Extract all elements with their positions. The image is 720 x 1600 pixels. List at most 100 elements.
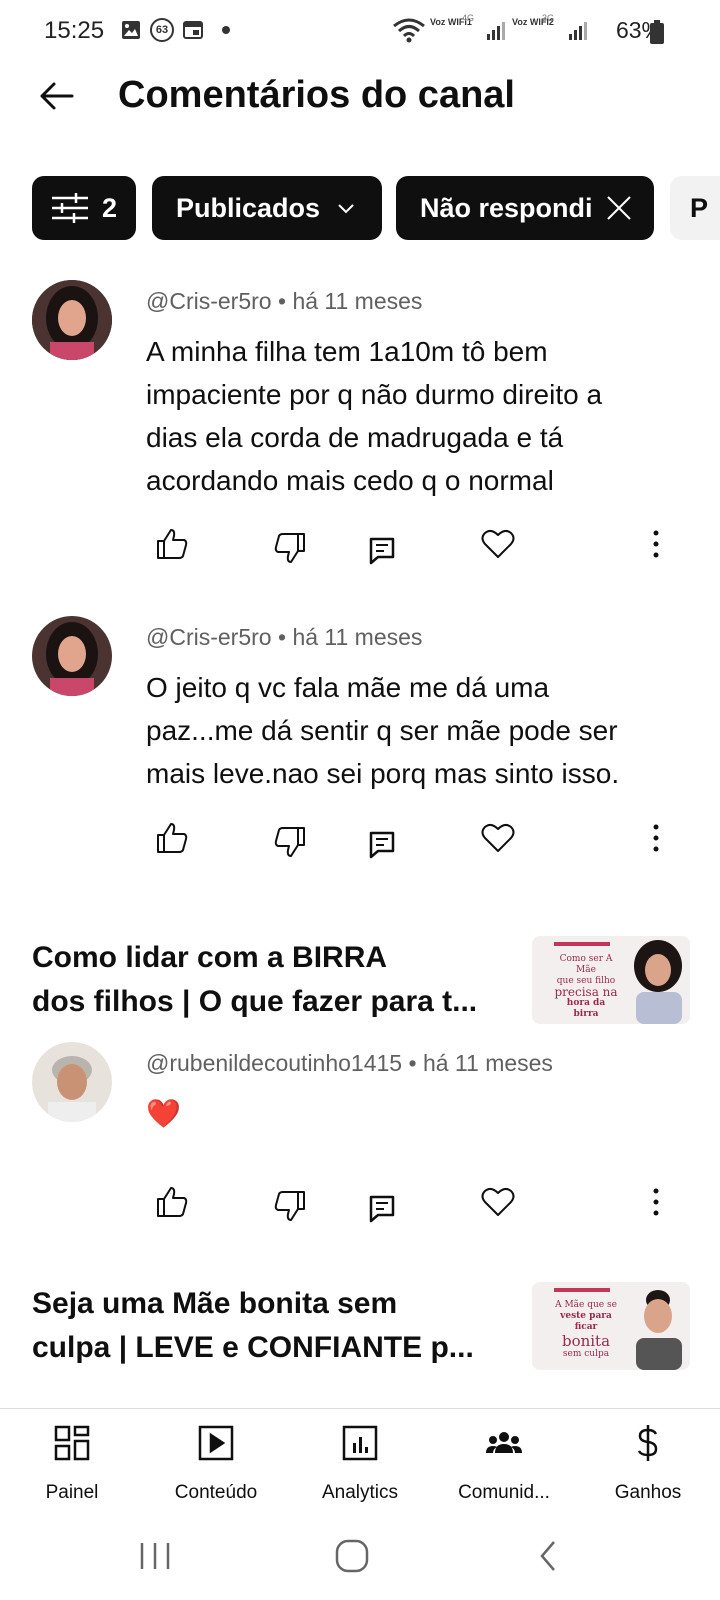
more-notifications-dot: [222, 26, 230, 34]
bottom-navigation: Painel Conteúdo Analytics Comunid... Gan…: [0, 1408, 720, 1516]
close-icon[interactable]: [605, 194, 633, 222]
comment-text: ❤️: [146, 1092, 666, 1135]
dislike-icon[interactable]: [272, 530, 308, 566]
meta-separator: •: [277, 288, 287, 314]
back-icon[interactable]: [536, 1538, 560, 1574]
video-thumbnail[interactable]: A Mãe que se veste para ficar bonita sem…: [532, 1282, 690, 1370]
comment-line: paz...me dá sentir q ser mãe pode ser: [146, 715, 618, 746]
thumb-text: precisa na: [554, 985, 618, 999]
chip-publicados[interactable]: Publicados: [152, 176, 382, 240]
dislike-icon[interactable]: [272, 1188, 308, 1224]
meta-separator: •: [408, 1050, 417, 1076]
calendar-icon: [183, 21, 203, 39]
thumb-text: hora da birra: [566, 998, 606, 1019]
nav-label: Analytics: [321, 1482, 399, 1503]
nav-analytics[interactable]: Analytics: [290, 1423, 430, 1504]
thumb-text: sem culpa: [562, 1349, 610, 1359]
video-title: Como lidar com a BIRRA dos filhos | O qu…: [32, 936, 520, 1024]
filter-count: 2: [102, 192, 118, 223]
more-options-icon[interactable]: [638, 820, 674, 856]
filter-settings-chip[interactable]: 2: [32, 176, 136, 240]
nav-ganhos[interactable]: Ganhos: [578, 1423, 718, 1504]
reply-icon[interactable]: [364, 1190, 400, 1226]
comment-time: há 11 meses: [422, 1050, 553, 1076]
content-icon: [198, 1425, 234, 1461]
nav-label: Comunid...: [458, 1482, 550, 1503]
chip-more[interactable]: P: [670, 176, 720, 240]
chevron-down-icon: [338, 204, 354, 214]
comment-actions: [0, 1184, 720, 1224]
video-thumbnail[interactable]: Como ser A Mãe que seu filho precisa na …: [532, 936, 690, 1024]
dashboard-icon: [54, 1425, 90, 1461]
comment-author[interactable]: @Cris-er5ro: [146, 288, 272, 314]
thumb-text: veste para ficar: [560, 1311, 612, 1332]
comment-time: há 11 meses: [292, 624, 423, 650]
analytics-icon: [342, 1425, 378, 1461]
signal2-icon: [569, 22, 587, 40]
page-title: Comentários do canal: [118, 74, 515, 116]
comment-text: A minha filha tem 1a10m tô bem impacient…: [146, 330, 666, 502]
video-title: Seja uma Mãe bonita sem culpa | LEVE e C…: [32, 1282, 520, 1370]
system-navigation-bar: [0, 1516, 720, 1600]
avatar[interactable]: [32, 616, 112, 696]
avatar-image: [32, 616, 112, 696]
notification-count-badge: 63: [150, 18, 174, 42]
avatar[interactable]: [32, 280, 112, 360]
signal1-icon: [487, 22, 505, 40]
like-icon[interactable]: [154, 820, 190, 856]
app-header: Comentários do canal: [0, 62, 720, 136]
video-title-line: dos filhos | O que fazer para t...: [32, 985, 478, 1018]
nav-conteudo[interactable]: Conteúdo: [146, 1423, 286, 1504]
comment-meta: @Cris-er5ro • há 11 meses: [146, 288, 422, 315]
chip-nao-respondi-label: Não respondi: [420, 192, 593, 223]
comment-meta: @rubenildecoutinho1415 • há 11 meses: [146, 1050, 553, 1077]
heart-icon[interactable]: [480, 820, 516, 856]
nav-label: Painel: [45, 1482, 99, 1503]
avatar-image: [32, 280, 112, 360]
like-icon[interactable]: [154, 1184, 190, 1220]
battery-icon: [650, 20, 664, 44]
comment-line: acordando mais cedo q o normal: [146, 465, 554, 496]
more-options-icon[interactable]: [638, 1184, 674, 1220]
status-notification-icons: 63: [120, 18, 230, 42]
sliders-icon: [52, 193, 88, 223]
nav-painel[interactable]: Painel: [2, 1423, 142, 1504]
heart-icon[interactable]: [480, 1184, 516, 1220]
status-bar: 15:25 63 Voz WIFI1 4G Voz WIFI2 3G 63%: [0, 0, 720, 62]
comment-line: ❤️: [146, 1098, 181, 1129]
comment-line: impaciente por q não durmo direito a: [146, 379, 603, 410]
video-row[interactable]: Como lidar com a BIRRA dos filhos | O qu…: [32, 936, 692, 1026]
earnings-icon: [637, 1425, 658, 1461]
home-icon[interactable]: [334, 1538, 370, 1574]
comment-line: mais leve.nao sei porq mas sinto isso.: [146, 758, 620, 789]
community-icon: [486, 1432, 522, 1453]
comment-author[interactable]: @rubenildecoutinho1415: [146, 1050, 402, 1076]
wifi-icon: [393, 18, 425, 43]
status-time: 15:25: [44, 17, 105, 44]
thumbnail-person: [634, 940, 682, 1024]
avatar[interactable]: [32, 1042, 112, 1122]
comment-line: dias ela corda de madrugada e tá: [146, 422, 564, 453]
video-title-line: Como lidar com a BIRRA: [32, 941, 388, 974]
avatar-image: [32, 1042, 112, 1122]
recent-apps-icon[interactable]: [138, 1540, 172, 1572]
like-icon[interactable]: [154, 526, 190, 562]
heart-icon[interactable]: [480, 526, 516, 562]
nav-label: Conteúdo: [174, 1482, 258, 1503]
filter-chips: 2 Publicados Não respondi P: [32, 176, 720, 240]
more-options-icon[interactable]: [638, 526, 674, 562]
nav-comunidade[interactable]: Comunid...: [434, 1423, 574, 1504]
chip-nao-respondi[interactable]: Não respondi: [396, 176, 654, 240]
comment-text: O jeito q vc fala mãe me dá uma paz...me…: [146, 666, 666, 795]
reply-icon[interactable]: [364, 532, 400, 568]
carrier2-network: 3G: [542, 13, 555, 23]
comment-actions: [0, 526, 720, 566]
comment-actions: [0, 820, 720, 860]
reply-icon[interactable]: [364, 826, 400, 862]
comment-meta: @Cris-er5ro • há 11 meses: [146, 624, 422, 651]
comment-author[interactable]: @Cris-er5ro: [146, 624, 272, 650]
back-arrow-icon[interactable]: [36, 76, 76, 116]
video-row[interactable]: Seja uma Mãe bonita sem culpa | LEVE e C…: [32, 1282, 692, 1372]
thumb-text: bonita: [561, 1332, 611, 1350]
dislike-icon[interactable]: [272, 824, 308, 860]
